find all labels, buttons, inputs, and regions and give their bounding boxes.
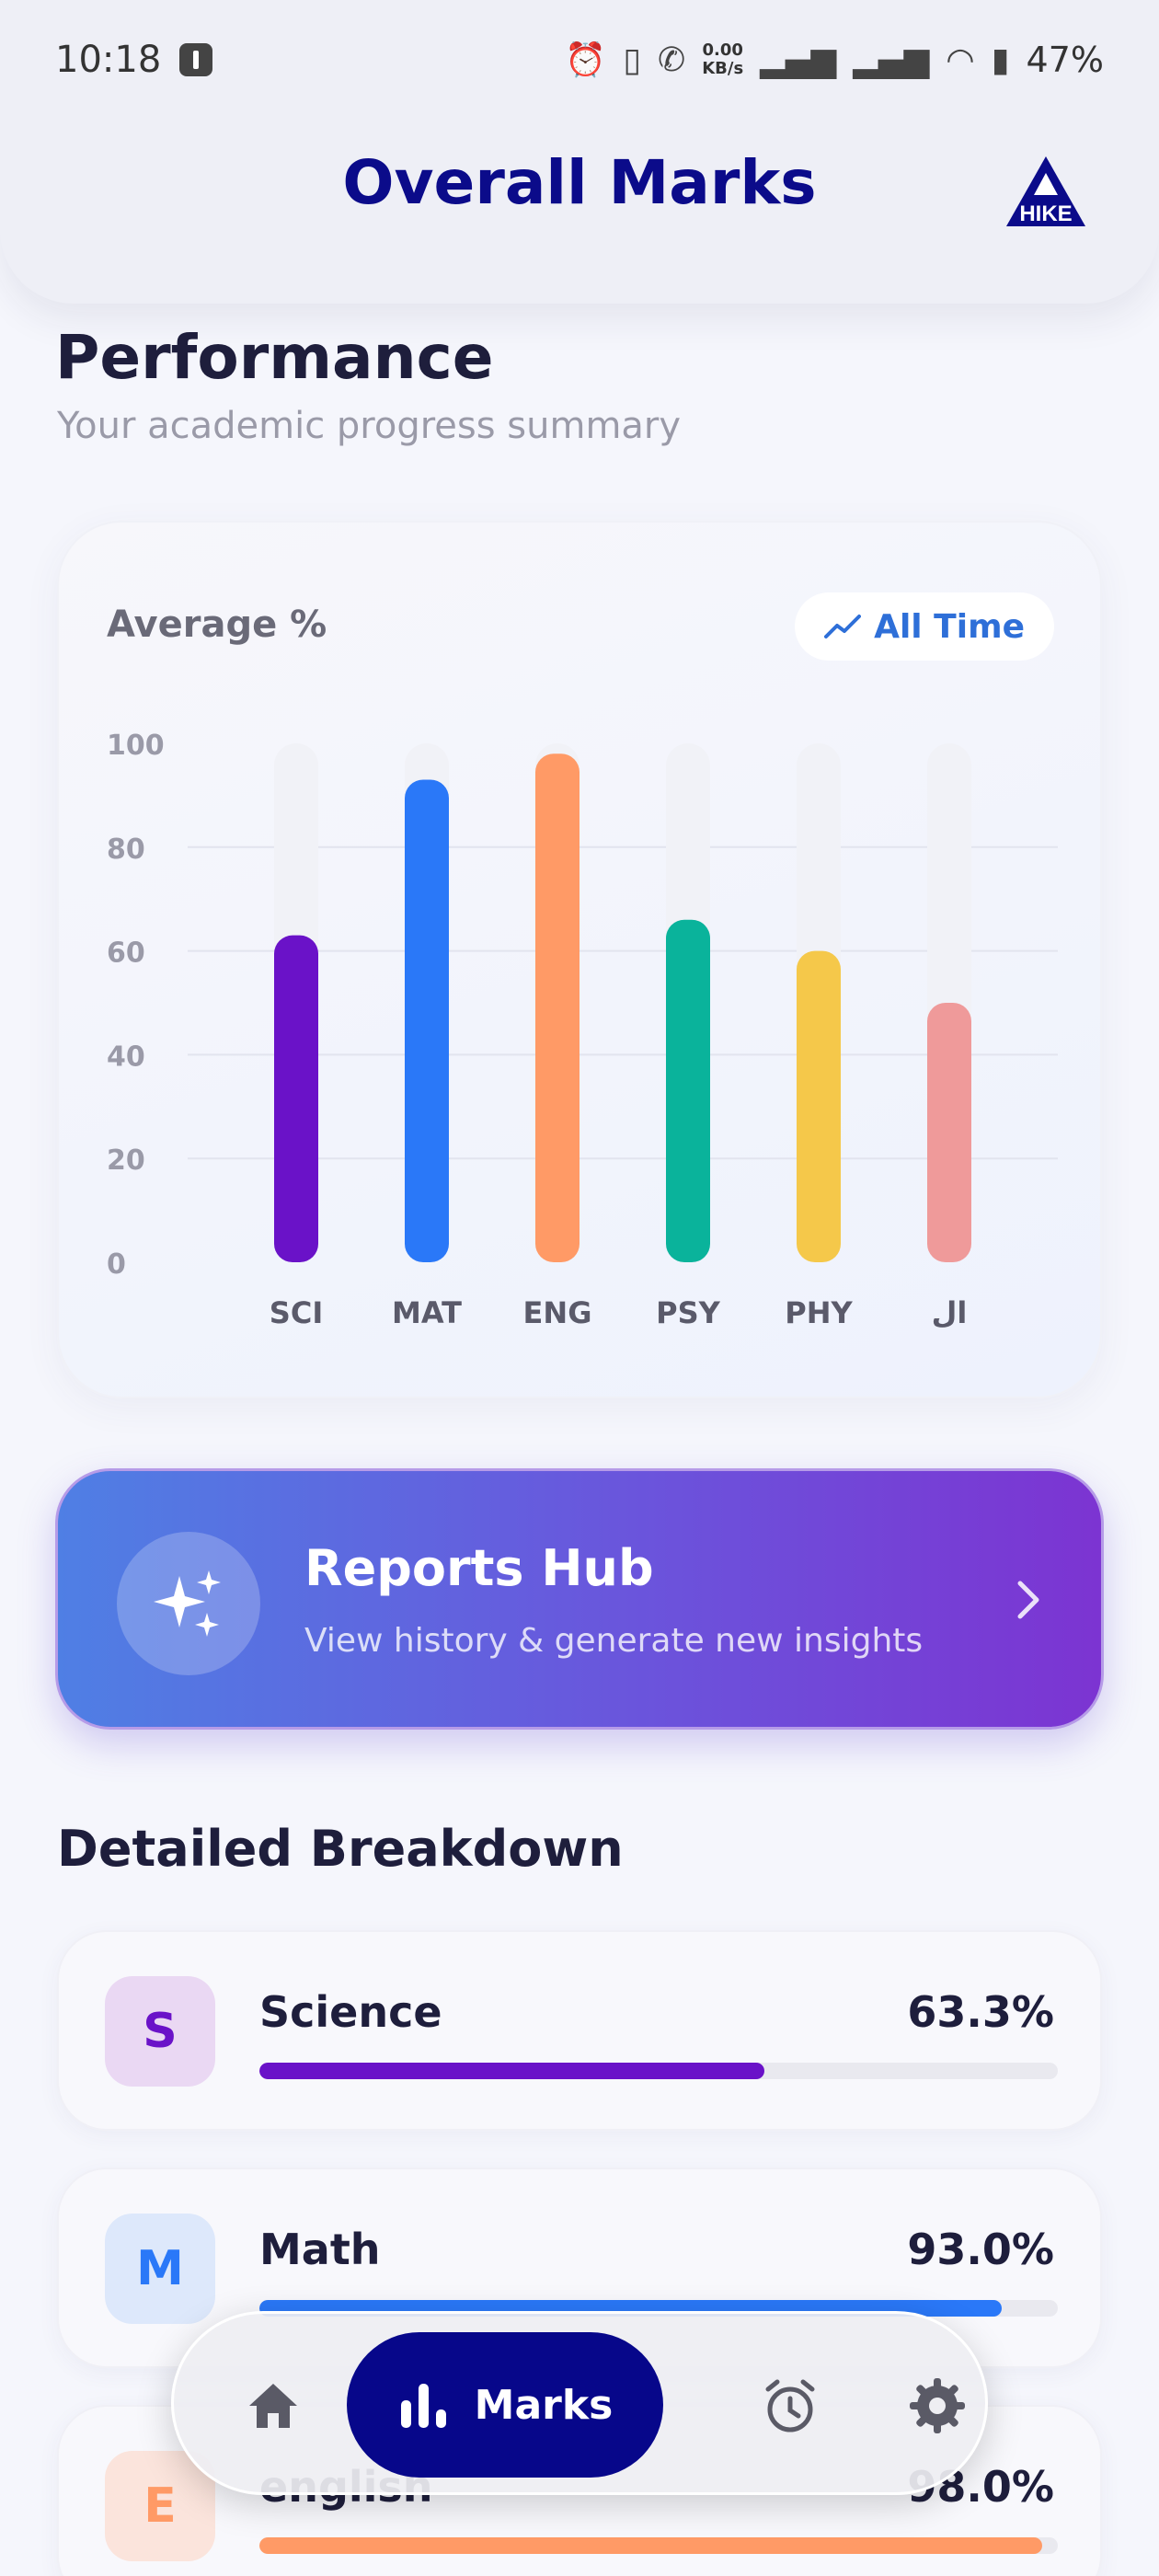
- bar-MAT[interactable]: [405, 779, 449, 1262]
- performance-title: Performance: [55, 322, 494, 393]
- breakdown-title: Detailed Breakdown: [57, 1820, 624, 1878]
- usb-icon: [179, 43, 213, 76]
- subject-progress-track: [259, 2063, 1058, 2079]
- y-tick-label: 100: [107, 730, 165, 762]
- reports-hub-subtitle: View history & generate new insights: [304, 1622, 924, 1660]
- nav-alarms-button[interactable]: [744, 2360, 836, 2452]
- status-bar: 10:18 ⏰ ▯ ✆ 0.00 KB/s ▂▄▆ ▂▄▆ ◠ ▮ 47%: [0, 0, 1159, 120]
- x-tick-label: SCI: [270, 1295, 323, 1330]
- signal-icon: ▂▄▆: [760, 40, 837, 79]
- home-icon: [249, 2384, 297, 2428]
- subject-initial: M: [136, 2241, 184, 2296]
- speed-unit: KB/s: [702, 59, 744, 78]
- gear-icon: [910, 2378, 965, 2433]
- y-tick-label: 60: [107, 937, 145, 970]
- nav-marks-label: Marks: [474, 2381, 614, 2429]
- subject-percent: 63.3%: [907, 1987, 1054, 2037]
- status-time: 10:18: [55, 39, 162, 81]
- performance-subtitle: Your academic progress summary: [57, 405, 682, 447]
- vibrate-icon: ▯: [623, 40, 642, 79]
- logo-text: HIKE: [1019, 201, 1072, 226]
- y-tick-label: 0: [107, 1248, 126, 1281]
- subject-progress-fill: [259, 2537, 1042, 2554]
- reports-hub-button[interactable]: Reports Hub View history & generate new …: [55, 1468, 1104, 1730]
- subject-badge: S: [105, 1976, 215, 2087]
- battery-icon: ▮: [991, 40, 1010, 79]
- alarm-icon: ⏰: [565, 41, 607, 79]
- subject-progress-fill: [259, 2063, 765, 2079]
- subject-card-science[interactable]: S Science 63.3%: [57, 1930, 1102, 2131]
- page-title: Overall Marks: [342, 147, 817, 218]
- average-bar-chart: 0 20 40 60 80 100 SCI MAT ENG PSY PHY ال: [107, 730, 1058, 1330]
- y-tick-label: 80: [107, 834, 145, 866]
- subject-progress-track: [259, 2537, 1058, 2554]
- alarm-clock-icon: [765, 2379, 815, 2432]
- bottom-nav: Marks: [171, 2311, 988, 2495]
- hike-logo[interactable]: HIKE: [1004, 155, 1087, 228]
- bar-ENG[interactable]: [535, 753, 580, 1262]
- status-icons: ⏰ ▯ ✆ 0.00 KB/s ▂▄▆ ▂▄▆ ◠ ▮ 47%: [565, 40, 1104, 80]
- subject-badge: M: [105, 2214, 215, 2324]
- wifi-icon: ◠: [946, 40, 975, 79]
- nav-marks-button[interactable]: Marks: [347, 2332, 663, 2478]
- x-tick-label: MAT: [392, 1295, 462, 1330]
- bar-PSY[interactable]: [666, 919, 710, 1262]
- speed-value: 0.00: [702, 40, 743, 60]
- subject-initial: E: [143, 2478, 177, 2534]
- x-tick-label: ENG: [523, 1295, 592, 1330]
- subject-initial: S: [143, 2004, 178, 2059]
- subject-name: Math: [259, 2225, 381, 2274]
- sparkles-icon: [154, 1570, 221, 1637]
- average-chart-card: Average % All Time 0 20 40 60 80 100 SCI MAT ENG…: [57, 521, 1102, 1398]
- x-tick-label: PHY: [785, 1295, 853, 1330]
- nav-home-button[interactable]: [227, 2360, 319, 2452]
- bar-ال[interactable]: [927, 1003, 971, 1262]
- signal-4g-icon: ▂▄▆: [853, 40, 930, 79]
- y-tick-label: 20: [107, 1144, 145, 1177]
- x-tick-label: ال: [932, 1295, 968, 1330]
- nav-settings-button[interactable]: [891, 2360, 983, 2452]
- x-tick-label: PSY: [656, 1295, 721, 1330]
- reports-hub-title: Reports Hub: [304, 1539, 654, 1597]
- chevron-right-icon: [1017, 1581, 1039, 1619]
- subject-percent: 93.0%: [907, 2225, 1054, 2274]
- wifi-calling-icon: ✆: [658, 40, 686, 79]
- y-tick-label: 40: [107, 1041, 145, 1073]
- network-speed: 0.00 KB/s: [702, 41, 743, 78]
- bar-chart-icon: [400, 2384, 446, 2428]
- subject-name: Science: [259, 1987, 442, 2037]
- battery-level: 47%: [1026, 40, 1104, 80]
- bar-PHY[interactable]: [797, 950, 841, 1262]
- reports-icon-circle: [117, 1532, 260, 1675]
- bar-SCI[interactable]: [274, 935, 318, 1262]
